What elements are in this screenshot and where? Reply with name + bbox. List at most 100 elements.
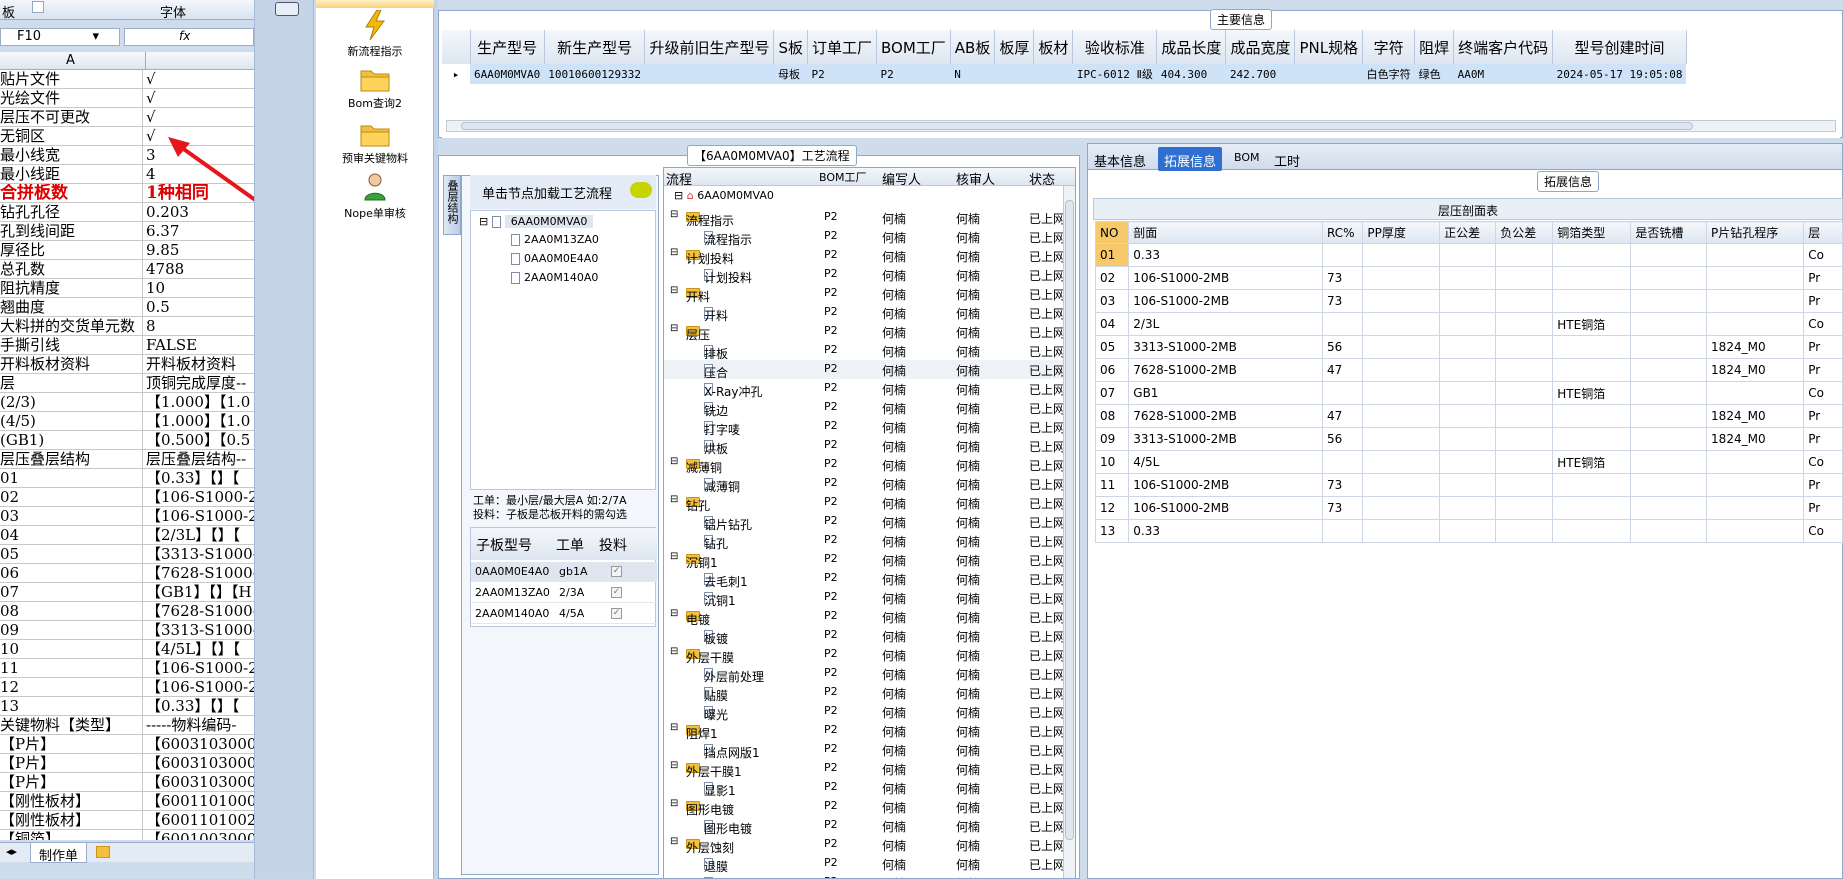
stack-cell[interactable]: 13 xyxy=(1095,519,1130,543)
flow-row[interactable]: ⊟ 钻孔 P2 何楠 何楠 已上网 xyxy=(664,493,1065,513)
cell-b[interactable]: 【0.33】【】【 xyxy=(146,469,254,488)
stack-col-header[interactable]: 是否铣槽 xyxy=(1630,221,1708,244)
cell-a[interactable]: 13 xyxy=(0,697,143,716)
sheet-tab[interactable]: 制作单 xyxy=(30,843,88,864)
sheet-row[interactable]: 阻抗精度 10 xyxy=(0,279,254,298)
stack-cell[interactable] xyxy=(1439,381,1497,405)
vertical-scrollbar[interactable] xyxy=(1063,186,1075,878)
cell-b[interactable]: √ xyxy=(146,89,254,108)
cell-b[interactable]: 【GB1】【】【H xyxy=(146,583,254,602)
stack-cell[interactable] xyxy=(1706,243,1805,267)
flow-row[interactable]: 烘板 P2 何楠 何楠 已上网 xyxy=(664,436,1065,456)
tab-extended-info[interactable]: 拓展信息 xyxy=(1158,147,1223,171)
cell-a[interactable]: 光绘文件 xyxy=(0,89,143,108)
collapse-icon[interactable]: ⊟ xyxy=(670,247,678,258)
stack-cell[interactable]: 4/5L xyxy=(1128,450,1323,474)
cell-a[interactable]: 总孔数 xyxy=(0,260,143,279)
sheet-row[interactable]: 06【7628-S1000-2 xyxy=(0,564,254,583)
sub-board-row[interactable]: 2AA0M13ZA0 2/3A ✓ xyxy=(471,583,657,603)
cell-a[interactable]: 贴片文件 xyxy=(0,70,143,89)
stack-cell[interactable]: 106-S1000-2MB xyxy=(1128,266,1323,290)
structure-tree[interactable]: ⊟ 6AA0M0MVA0 2AA0M13ZA0 0AA0M0E4A0 2AA0M… xyxy=(470,210,656,490)
main-col-header[interactable]: 成品宽度 xyxy=(1225,30,1296,64)
cell-b[interactable]: 【600310300006 xyxy=(146,735,254,754)
sheet-row[interactable]: 开料板材资料 开料板材资料 xyxy=(0,355,254,374)
cell-a[interactable]: 孔到线间距 xyxy=(0,222,143,241)
stack-cell[interactable]: 73 xyxy=(1321,496,1364,520)
stack-cell[interactable]: Pr xyxy=(1803,266,1843,290)
stack-cell[interactable] xyxy=(1362,358,1441,382)
cell-a[interactable]: 12 xyxy=(0,678,143,697)
stack-cell[interactable] xyxy=(1321,381,1364,405)
stack-cell[interactable]: Co xyxy=(1803,450,1843,474)
cell-b[interactable]: 8 xyxy=(146,317,254,336)
stack-cell[interactable] xyxy=(1495,427,1554,451)
stack-cell[interactable]: 01 xyxy=(1095,243,1130,267)
sheet-row[interactable]: 11【106-S1000-2M xyxy=(0,659,254,678)
flow-row[interactable]: 流程指示 P2 何楠 何楠 已上网 xyxy=(664,227,1065,247)
stack-col-header[interactable]: PP厚度 xyxy=(1362,221,1441,244)
car-icon[interactable] xyxy=(275,2,299,16)
stack-cell[interactable] xyxy=(1630,312,1708,336)
tree-node[interactable]: 2AA0M140A0 xyxy=(511,271,598,284)
flow-row[interactable]: 图形电镀 P2 何楠 何楠 已上网 xyxy=(664,816,1065,836)
sheet-row[interactable]: 【刚性板材】【600110100267 xyxy=(0,811,254,830)
stack-col-header[interactable]: 负公差 xyxy=(1495,221,1554,244)
flow-col[interactable]: 核审人 xyxy=(956,169,995,188)
bom-query-tool[interactable]: Bom查询2 xyxy=(316,66,434,111)
sheet-row[interactable]: 09【3313-S1000-2 xyxy=(0,621,254,640)
sheet-row[interactable]: 07 【GB1】【】【H xyxy=(0,583,254,602)
sheet-row[interactable]: 04 【2/3L】【】【 xyxy=(0,526,254,545)
stack-cell[interactable] xyxy=(1321,450,1364,474)
tree-node[interactable]: 2AA0M13ZA0 xyxy=(511,233,599,246)
cell-a[interactable]: 手撕引线 xyxy=(0,336,143,355)
stack-cell[interactable] xyxy=(1495,473,1554,497)
stack-cell[interactable]: 73 xyxy=(1321,266,1364,290)
cell-a[interactable]: 层压叠层结构 xyxy=(0,450,143,469)
main-col-header[interactable]: 新生产型号 xyxy=(544,30,646,64)
flow-row[interactable]: 打字唛 P2 何楠 何楠 已上网 xyxy=(664,417,1065,437)
cell-a[interactable]: (GB1) xyxy=(0,431,143,450)
cell-b[interactable]: 【0.500】【0.5 xyxy=(146,431,254,450)
flow-row[interactable]: 钻孔 P2 何楠 何楠 已上网 xyxy=(664,531,1065,551)
stack-cell[interactable]: 1824_M0 xyxy=(1706,335,1805,359)
stack-cell[interactable]: Pr xyxy=(1803,358,1843,382)
stack-cell[interactable]: 7628-S1000-2MB xyxy=(1128,404,1323,428)
stack-cell[interactable] xyxy=(1439,519,1497,543)
sheet-row[interactable]: 08【7628-S1000-2 xyxy=(0,602,254,621)
main-cell[interactable] xyxy=(1033,64,1073,84)
cell-a[interactable]: 05 xyxy=(0,545,143,564)
cell-b[interactable]: 【2/3L】【】【 xyxy=(146,526,254,545)
main-cell[interactable]: IPC-6012 Ⅱ级 xyxy=(1072,64,1157,84)
stack-cell[interactable]: Co xyxy=(1803,312,1843,336)
stack-row[interactable]: 05 3313-S1000-2MB 56 1824_M0 Pr xyxy=(1095,335,1843,359)
sheet-row[interactable]: 13 【0.33】【】【 xyxy=(0,697,254,716)
main-cell[interactable]: 绿色 xyxy=(1414,64,1454,84)
stack-cell[interactable] xyxy=(1552,243,1632,267)
collapse-icon[interactable]: ⊟ xyxy=(670,551,678,562)
stack-row[interactable]: 13 0.33 Co xyxy=(1095,519,1843,543)
stack-cell[interactable] xyxy=(1439,289,1497,313)
stack-row[interactable]: 07 GB1 HTE铜箔 Co xyxy=(1095,381,1843,405)
cell-b[interactable]: 10 xyxy=(146,279,254,298)
main-col-header[interactable]: PNL规格 xyxy=(1294,30,1364,64)
main-cell[interactable]: P2 xyxy=(876,64,951,84)
stack-row[interactable]: 02 106-S1000-2MB 73 Pr xyxy=(1095,266,1843,290)
stack-cell[interactable]: Pr xyxy=(1803,427,1843,451)
stack-cell[interactable] xyxy=(1706,266,1805,290)
stack-col-header[interactable]: NO xyxy=(1095,221,1130,244)
stack-cell[interactable] xyxy=(1495,289,1554,313)
flow-row[interactable]: ⊟ 流程指示 P2 何楠 何楠 已上网 xyxy=(664,208,1065,228)
stack-cell[interactable] xyxy=(1630,266,1708,290)
flow-row[interactable]: ⊟ 外层干膜1 P2 何楠 何楠 已上网 xyxy=(664,759,1065,779)
stack-cell[interactable] xyxy=(1630,404,1708,428)
sheet-row[interactable]: (4/5) 【1.000】【1.0 xyxy=(0,412,254,431)
collapse-icon[interactable]: ⊟ xyxy=(670,323,678,334)
flow-row[interactable]: 曝光 P2 何楠 何楠 已上网 xyxy=(664,702,1065,722)
cell-b[interactable]: 顶铜完成厚度-- xyxy=(146,374,254,393)
collapse-icon[interactable]: ⊟ xyxy=(670,836,678,847)
main-cell[interactable]: 404.300 xyxy=(1156,64,1226,84)
cell-a[interactable]: 【铜箔】 xyxy=(0,830,143,840)
column-a-header[interactable]: A xyxy=(66,53,75,68)
sheet-row[interactable]: 贴片文件 √ xyxy=(0,70,254,89)
